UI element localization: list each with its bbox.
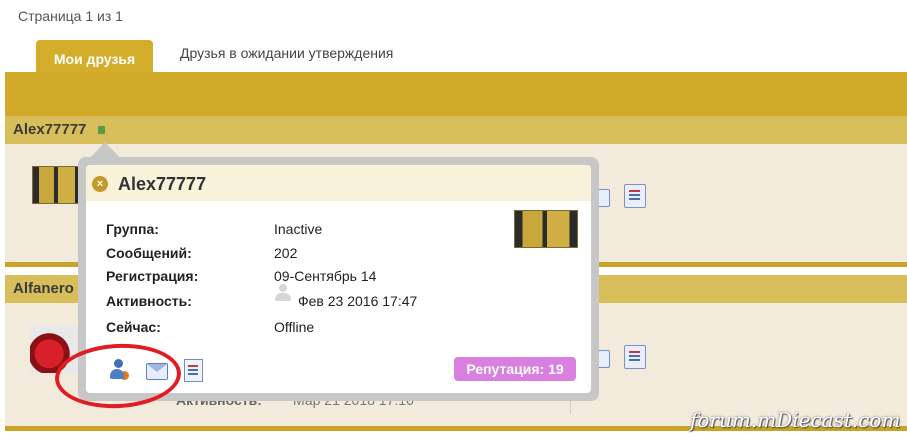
- tabs-bar: Мои друзья Друзья в ожидании утверждения: [5, 38, 907, 76]
- posts-label: Сообщений:: [106, 245, 192, 261]
- document-icon[interactable]: [624, 184, 646, 208]
- watermark-text: forum.mDiecast.com: [690, 408, 901, 432]
- group-label: Группа:: [106, 221, 159, 237]
- document-icon[interactable]: [624, 345, 646, 369]
- status-label: Сейчас:: [106, 319, 161, 335]
- popup-title: Alex77777: [118, 174, 207, 194]
- status-icon: [98, 126, 105, 134]
- friend-name-link[interactable]: Alex77777: [13, 121, 86, 138]
- friend-avatar[interactable]: [32, 166, 82, 204]
- document-icon[interactable]: [184, 359, 203, 382]
- header-band: [5, 72, 907, 120]
- tab-my-friends[interactable]: Мои друзья: [36, 40, 153, 76]
- friend-row-header: Alex77777: [5, 116, 907, 144]
- popup-header: × Alex77777: [86, 165, 591, 201]
- posts-value: 202: [274, 245, 298, 261]
- status-value: Offline: [274, 319, 315, 335]
- pager-text: Страница 1 из 1: [18, 8, 123, 24]
- popup-avatar[interactable]: [514, 210, 578, 248]
- reputation-badge[interactable]: Репутация: 19: [454, 357, 576, 381]
- tab-pending-friends[interactable]: Друзья в ожидании утверждения: [180, 38, 393, 72]
- registration-value: 09-Сентябрь 14: [274, 268, 377, 284]
- user-silhouette-icon: [274, 283, 292, 301]
- group-value: Inactive: [274, 221, 323, 237]
- close-icon[interactable]: ×: [92, 176, 108, 192]
- popup-pointer: [90, 142, 120, 158]
- activity-value: Фев 23 2016 17:47: [298, 293, 418, 309]
- friend-name-link[interactable]: Alfanero: [13, 280, 74, 297]
- activity-label: Активность:: [106, 293, 192, 309]
- registration-label: Регистрация:: [106, 268, 199, 284]
